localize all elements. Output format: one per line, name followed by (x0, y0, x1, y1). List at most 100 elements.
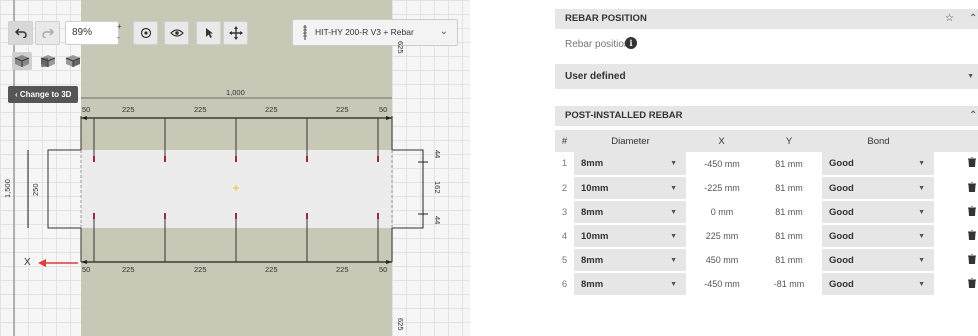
diameter-select[interactable]: 10mm ▼ (574, 176, 688, 201)
bond-select[interactable]: Good ▼ (822, 248, 936, 273)
bond-value: Good (829, 182, 854, 194)
dim-top-6: 50 (379, 105, 388, 114)
delete-row-button[interactable] (935, 200, 978, 225)
move-tool-button[interactable] (223, 21, 248, 45)
select-tool-button[interactable] (196, 21, 221, 45)
trash-icon (968, 253, 976, 264)
caret-down-icon: ▼ (670, 281, 677, 288)
x-input[interactable]: 225 mm (687, 224, 756, 249)
visibility-button[interactable] (164, 21, 189, 45)
diameter-select[interactable]: 8mm ▼ (574, 248, 688, 273)
dim-right-162: 162 (433, 181, 442, 194)
bond-value: Good (829, 254, 854, 266)
bond-select[interactable]: Good ▼ (822, 224, 936, 249)
x-input[interactable]: -450 mm (687, 272, 756, 297)
col-header-x: X (687, 130, 756, 152)
redo-button[interactable] (35, 21, 60, 45)
diameter-select[interactable]: 8mm ▼ (574, 200, 688, 225)
dim-left-inner: 250 (31, 183, 40, 196)
y-input[interactable]: 81 mm (756, 152, 822, 177)
dim-bottom-3: 225 (194, 265, 207, 274)
cube-view-icon (65, 55, 81, 67)
x-input[interactable]: -225 mm (687, 176, 756, 201)
diameter-select[interactable]: 8mm ▼ (574, 152, 688, 177)
diameter-value: 10mm (581, 182, 609, 194)
change-to-3d-button[interactable]: ‹ Change to 3D (8, 86, 78, 103)
delete-row-button[interactable] (935, 248, 978, 273)
delete-row-button[interactable] (935, 224, 978, 249)
x-axis-arrowhead (38, 259, 46, 267)
post-installed-rebar-title: POST-INSTALLED REBAR (565, 110, 683, 121)
chevron-up-icon[interactable]: ⌃ (969, 9, 977, 29)
zoom-stepper[interactable]: + - (117, 21, 126, 45)
rebar-position-select[interactable]: User defined ▼ (555, 64, 978, 89)
y-input[interactable]: 81 mm (756, 200, 822, 225)
bond-select[interactable]: Good ▼ (822, 152, 936, 177)
bond-select[interactable]: Good ▼ (822, 176, 936, 201)
chevron-up-icon[interactable]: ⌃ (969, 106, 977, 126)
trash-icon (968, 229, 976, 240)
table-row: 3 8mm ▼ 0 mm 81 mm Good ▼ (555, 200, 978, 225)
x-input[interactable]: -450 mm (687, 152, 756, 177)
y-input[interactable]: 81 mm (756, 176, 822, 201)
diameter-value: 10mm (581, 230, 609, 242)
info-icon[interactable]: i (625, 37, 637, 49)
bond-value: Good (829, 158, 854, 169)
zoom-out-icon[interactable]: - (117, 32, 126, 43)
y-input[interactable]: 81 mm (756, 224, 822, 249)
properties-panel: REBAR POSITION ☆ ⌃ Rebar position i User… (555, 9, 978, 336)
y-input[interactable]: 81 mm (756, 248, 822, 273)
caret-down-icon: ▼ (670, 209, 677, 216)
anchor-product-icon (303, 25, 307, 40)
zoom-input[interactable]: 89% (65, 21, 119, 45)
dim-right-bottom: 625 (396, 318, 405, 331)
move-icon (228, 26, 243, 40)
dim-top-1: 50 (82, 105, 91, 114)
delete-row-button[interactable] (935, 176, 978, 201)
dim-right-top: 625 (396, 41, 405, 54)
x-input[interactable]: 0 mm (687, 200, 756, 225)
diameter-select[interactable]: 8mm ▼ (574, 272, 688, 297)
col-header-bond: Bond (822, 130, 935, 152)
caret-down-icon: ▼ (918, 281, 925, 288)
y-input[interactable]: -81 mm (756, 272, 822, 297)
rebar-position-label: Rebar position (565, 39, 630, 50)
row-number: 5 (555, 248, 574, 273)
star-icon[interactable]: ☆ (945, 9, 954, 29)
drawing-canvas[interactable]: 89% + - HIT-HY 200-R V3 + Rebar ⌄ ‹ Chang… (0, 0, 470, 336)
zoom-in-icon[interactable]: + (117, 21, 126, 32)
col-header-actions (935, 130, 978, 152)
eye-icon (169, 29, 184, 37)
row-number: 1 (555, 152, 574, 177)
x-input[interactable]: 450 mm (687, 248, 756, 273)
redo-icon (41, 28, 54, 38)
product-select-label: HIT-HY 200-R V3 + Rebar (315, 27, 414, 37)
col-header-number: # (555, 130, 574, 152)
bond-select[interactable]: Good ▼ (822, 272, 936, 297)
col-header-diameter: Diameter (574, 130, 687, 152)
diameter-select[interactable]: 10mm ▼ (574, 224, 688, 249)
center-view-button[interactable] (133, 21, 158, 45)
table-header-row: # Diameter X Y Bond (555, 130, 978, 152)
trash-icon (968, 205, 976, 216)
element-outline-right (391, 116, 424, 262)
bond-select[interactable]: Good ▼ (822, 200, 936, 225)
dim-left-total: 1,500 (3, 179, 12, 198)
view-iso-button[interactable] (12, 52, 32, 70)
rebar-position-header[interactable]: REBAR POSITION ☆ ⌃ (555, 9, 978, 29)
rebar-position-value: User defined (565, 71, 626, 82)
diameter-value: 8mm (581, 278, 604, 290)
row-number: 6 (555, 272, 574, 297)
dim-right-44-top: 44 (433, 150, 442, 159)
view-side-button[interactable] (63, 52, 83, 70)
product-select[interactable]: HIT-HY 200-R V3 + Rebar ⌄ (292, 19, 458, 46)
dim-top-5: 225 (336, 105, 349, 114)
delete-row-button[interactable] (935, 272, 978, 297)
post-installed-rebar-header[interactable]: POST-INSTALLED REBAR ⌃ (555, 106, 978, 126)
delete-row-button[interactable] (935, 152, 978, 177)
undo-button[interactable] (8, 21, 33, 45)
caret-down-icon: ▼ (918, 209, 925, 216)
dim-top-4: 225 (265, 105, 278, 114)
view-front-button[interactable] (38, 52, 58, 70)
col-header-y: Y (756, 130, 822, 152)
